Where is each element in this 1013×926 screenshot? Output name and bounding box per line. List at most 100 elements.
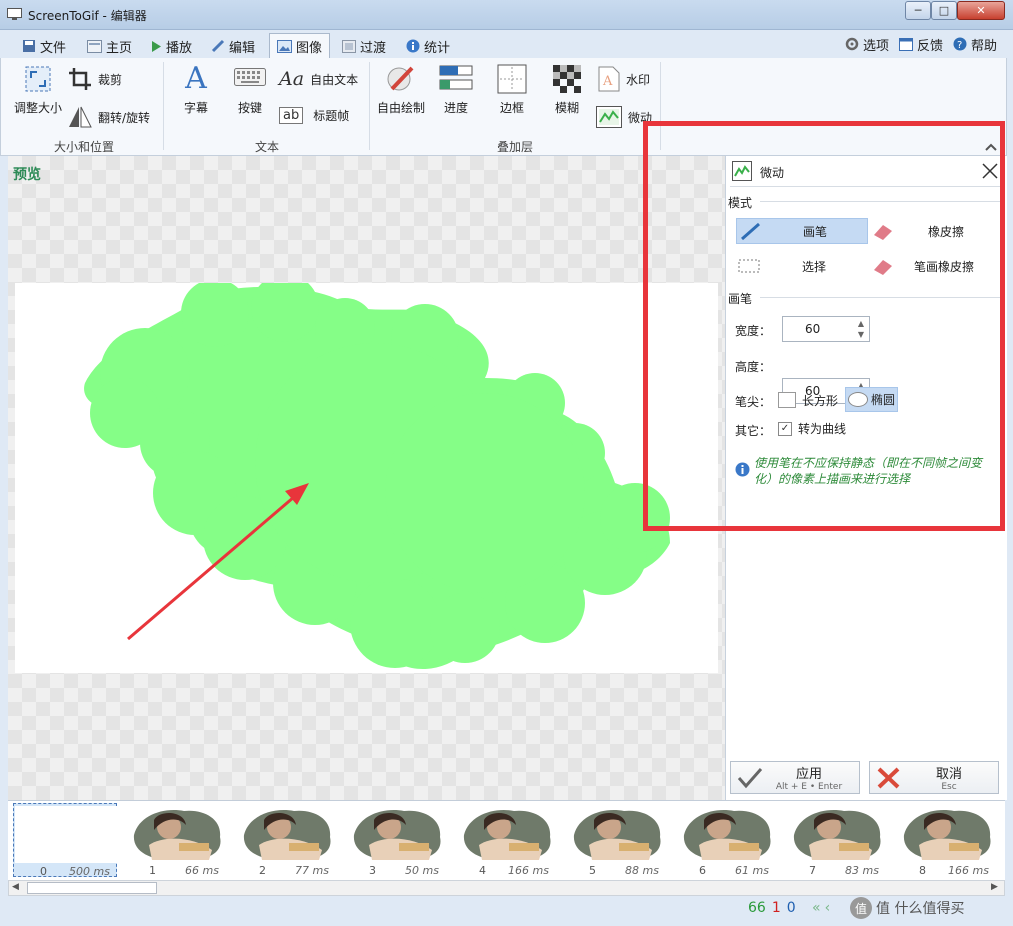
frame-delay: 166 ms	[948, 864, 989, 877]
frame-thumbnail	[344, 805, 446, 862]
tab-label: 播放	[166, 40, 193, 56]
info-icon	[406, 39, 420, 53]
free-drawing-label: 自由绘制	[376, 101, 425, 115]
frame-counters: 66 1 0	[748, 900, 796, 916]
frame-item[interactable]: 5 88 ms	[563, 803, 667, 877]
caption-label: 字幕	[183, 101, 208, 115]
frame-index: 0	[40, 865, 47, 878]
pixelate-icon	[553, 65, 581, 93]
flip-icon	[69, 106, 92, 128]
options-label: 选项	[863, 38, 890, 54]
options-button[interactable]: 选项	[845, 34, 889, 54]
tab-edit[interactable]: 编辑	[211, 36, 255, 56]
progress-button[interactable]: 进度	[436, 64, 476, 116]
key-strokes-button[interactable]: 按键	[230, 68, 270, 116]
title-bar: ScreenToGif - 编辑器 ─ □ ✕	[0, 0, 1013, 30]
blur-button[interactable]: 模糊	[547, 64, 587, 116]
image-icon	[277, 40, 292, 53]
crop-label: 裁剪	[98, 72, 123, 87]
preview-label: 预览	[13, 167, 41, 183]
frame-item[interactable]: 2 77 ms	[233, 803, 337, 877]
tab-label: 文件	[40, 40, 67, 56]
blur-label: 模糊	[554, 101, 579, 115]
minimize-button[interactable]: ─	[905, 1, 931, 20]
title-frame-icon: ab	[279, 107, 304, 124]
crop-button[interactable]: 裁剪	[68, 67, 122, 91]
watermark-text: 值 什么值得买	[876, 901, 965, 917]
brush-icon	[387, 66, 414, 91]
ribbon-separator	[163, 62, 164, 150]
scroll-left-icon[interactable]: ◀	[12, 882, 19, 892]
resize-icon	[25, 66, 51, 92]
help-button[interactable]: ? 帮助	[953, 34, 997, 54]
tab-image[interactable]: 图像	[269, 33, 331, 59]
scrollbar-thumb[interactable]	[27, 882, 157, 894]
ribbon-separator	[369, 62, 370, 150]
frame-index: 2	[259, 864, 266, 877]
tab-label: 编辑	[229, 40, 256, 56]
close-button[interactable]: ✕	[957, 1, 1005, 20]
free-text-button[interactable]: Aa 自由文本	[279, 68, 358, 90]
frame-thumbnail	[234, 805, 336, 862]
free-drawing-button[interactable]: 自由绘制	[375, 64, 427, 116]
border-label: 边框	[499, 101, 524, 115]
watermark-label: 水印	[626, 72, 651, 87]
apply-button[interactable]: 应用 Alt + E • Enter	[730, 761, 860, 794]
tab-home[interactable]: 主页	[87, 36, 132, 56]
first-frame-icon[interactable]: «	[812, 900, 821, 916]
total-frames: 66	[748, 900, 766, 916]
previous-frame-icon[interactable]: ‹	[825, 900, 831, 916]
watermark-button[interactable]: A 水印	[598, 66, 650, 92]
apply-label: 应用	[795, 767, 822, 782]
frame-index: 4	[479, 864, 486, 877]
frame-item[interactable]: 8 166 ms	[893, 803, 997, 877]
cancel-label: 取消	[935, 767, 962, 782]
keyboard-icon	[234, 68, 266, 86]
frame-item[interactable]: 1 66 ms	[123, 803, 227, 877]
frame-thumbnail	[454, 805, 556, 862]
keys-label: 按键	[237, 101, 262, 115]
play-icon	[152, 40, 161, 52]
tab-play[interactable]: 播放	[151, 36, 192, 56]
cancel-button[interactable]: 取消 Esc	[869, 761, 999, 794]
frame-thumbnail	[564, 805, 666, 862]
resize-button[interactable]: 调整大小	[12, 64, 64, 116]
frame-item[interactable]: 7 83 ms	[783, 803, 887, 877]
frame-thumbnail	[784, 805, 886, 862]
checkmark-icon	[737, 767, 763, 788]
pencil-icon	[211, 39, 225, 53]
title-frame-button[interactable]: ab 标题帧	[279, 107, 349, 124]
tab-label: 统计	[424, 40, 451, 56]
crop-icon	[69, 68, 91, 90]
tab-statistics[interactable]: 统计	[406, 36, 450, 56]
caption-button[interactable]: A 字幕	[176, 62, 216, 116]
scroll-right-icon[interactable]: ▶	[991, 882, 998, 892]
frame-delay: 500 ms	[69, 865, 110, 878]
frame-index: 7	[809, 864, 816, 877]
frame-thumbnail	[15, 806, 117, 863]
frame-item[interactable]: 0 500 ms	[13, 803, 117, 878]
tab-transitions[interactable]: 过渡	[342, 36, 386, 56]
border-button[interactable]: 边框	[492, 64, 532, 116]
app-icon	[7, 8, 22, 20]
feedback-label: 反馈	[917, 38, 944, 54]
frame-item[interactable]: 6 61 ms	[673, 803, 777, 877]
selected-frames: 1	[771, 900, 781, 916]
tab-file[interactable]: 文件	[22, 36, 66, 56]
free-text-label: 自由文本	[310, 72, 359, 87]
frame-delay: 77 ms	[295, 864, 329, 877]
frame-delay: 50 ms	[405, 864, 439, 877]
frame-delay: 66 ms	[185, 864, 219, 877]
feedback-button[interactable]: 反馈	[899, 34, 943, 54]
flip-rotate-button[interactable]: 翻转/旋转	[68, 106, 150, 128]
frame-thumbnail	[124, 805, 226, 862]
cancel-icon	[877, 767, 900, 788]
frame-canvas[interactable]	[15, 283, 718, 673]
annotation-box	[643, 121, 1005, 531]
horizontal-scrollbar[interactable]: ◀ ▶	[8, 880, 1005, 896]
frame-item[interactable]: 4 166 ms	[453, 803, 557, 877]
svg-text:A: A	[602, 74, 613, 89]
frame-delay: 166 ms	[508, 864, 549, 877]
frame-item[interactable]: 3 50 ms	[343, 803, 447, 877]
maximize-button[interactable]: □	[931, 1, 957, 20]
